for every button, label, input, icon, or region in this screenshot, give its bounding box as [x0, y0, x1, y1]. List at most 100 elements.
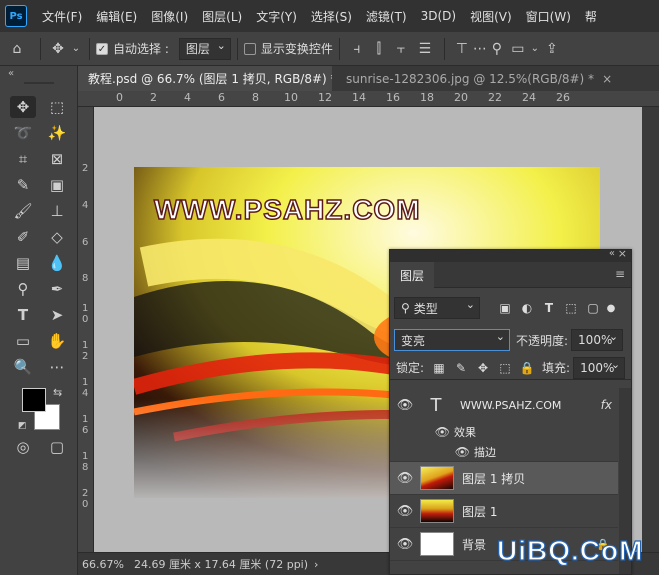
menu-filter[interactable]: 滤镜(T) [359, 8, 414, 25]
path-select-icon[interactable]: ➤ [44, 304, 70, 326]
menu-edit[interactable]: 编辑(E) [89, 8, 144, 25]
foreground-color-swatch[interactable] [22, 388, 46, 412]
eye-icon[interactable]: 👁 [390, 398, 420, 413]
blur-tool-icon[interactable]: 💧 [44, 252, 70, 274]
layer-stroke-row[interactable]: 👁 描边 [390, 442, 618, 462]
tab-sunrise-jpg[interactable]: sunrise-1282306.jpg @ 12.5%(RGB/8#) * × [336, 66, 659, 91]
close-icon[interactable]: × [618, 247, 627, 260]
move-tool-icon[interactable]: ✥ [47, 37, 69, 61]
move-tool-icon[interactable]: ✥ [10, 96, 36, 118]
type-tool-icon[interactable]: T [10, 304, 36, 326]
filter-type-icon[interactable]: T [538, 301, 560, 315]
zoom-level[interactable]: 66.67% [82, 558, 124, 571]
panel-menu-icon[interactable]: ≡ [615, 267, 625, 281]
menu-view[interactable]: 视图(V) [463, 8, 519, 25]
blend-mode-dropdown[interactable]: 变亮 [394, 329, 510, 351]
show-transform-label: 显示变换控件 [260, 42, 333, 56]
collapse-panel-icon[interactable]: « [609, 248, 615, 259]
collapse-icon[interactable]: « [8, 68, 14, 79]
filter-smart-object-icon[interactable]: ▢ [582, 301, 604, 315]
vertical-scrollbar[interactable] [642, 107, 659, 552]
crop-tool-icon[interactable]: ⌗ [10, 148, 36, 170]
menu-image[interactable]: 图像(I) [144, 8, 195, 25]
chevron-down-icon[interactable]: ⌄ [529, 37, 541, 61]
chevron-right-icon[interactable]: › [314, 558, 318, 571]
patch-tool-icon[interactable]: ▣ [44, 174, 70, 196]
frame-tool-icon[interactable]: ⊠ [44, 148, 70, 170]
auto-select-checkbox[interactable] [96, 42, 108, 55]
dodge-tool-icon[interactable]: ⚲ [10, 278, 36, 300]
eye-icon[interactable]: 👁 [390, 425, 450, 439]
menu-3d[interactable]: 3D(D) [414, 9, 463, 23]
filter-shape-icon[interactable]: ⬚ [560, 301, 582, 315]
filter-row: ⚲ 类型 ▣ ◐ T ⬚ ▢ ● [390, 296, 631, 320]
brush-tool-icon[interactable]: 🖌 [10, 200, 36, 222]
marquee-tool-icon[interactable]: ⬚ [44, 96, 70, 118]
eye-icon[interactable]: 👁 [390, 537, 420, 552]
home-icon[interactable]: ⌂ [0, 37, 34, 61]
tab-layers[interactable]: 图层 [390, 262, 435, 288]
pen-tool-icon[interactable]: ✒ [44, 278, 70, 300]
quick-mask-icon[interactable]: ◎ [10, 436, 36, 458]
menu-help[interactable]: 帮 [578, 8, 604, 25]
history-brush-icon[interactable]: ✐ [10, 226, 36, 248]
stroke-label: 描边 [474, 445, 496, 459]
hand-tool-icon[interactable]: ✋ [44, 330, 70, 352]
eye-icon[interactable]: 👁 [390, 445, 470, 459]
more-tools-icon[interactable]: ⋯ [44, 356, 70, 378]
align-right-icon[interactable]: ⫟ [390, 37, 412, 61]
eye-icon[interactable]: 👁 [390, 471, 420, 486]
lock-position-icon[interactable]: ✥ [472, 361, 494, 375]
fx-icon[interactable]: fx [601, 398, 612, 412]
menu-window[interactable]: 窗口(W) [519, 8, 578, 25]
chevron-down-icon[interactable]: ⌄ [69, 37, 83, 61]
zoom-tool-icon[interactable]: 🔍 [10, 356, 36, 378]
show-transform-checkbox[interactable] [243, 42, 256, 55]
menu-layer[interactable]: 图层(L) [195, 8, 249, 25]
lock-transparent-icon[interactable]: ▦ [428, 361, 450, 375]
menu-file[interactable]: 文件(F) [35, 8, 89, 25]
filter-pixel-icon[interactable]: ▣ [494, 301, 516, 315]
eraser-tool-icon[interactable]: ◇ [44, 226, 70, 248]
filter-kind-dropdown[interactable]: ⚲ 类型 [394, 297, 480, 319]
lock-label: 锁定: [396, 361, 425, 375]
filter-adjustment-icon[interactable]: ◐ [516, 301, 538, 315]
search-icon[interactable]: ⚲ [487, 37, 507, 61]
lasso-tool-icon[interactable]: ➰ [10, 122, 36, 144]
screen-mode-icon[interactable]: ▢ [44, 436, 70, 458]
menu-select[interactable]: 选择(S) [304, 8, 359, 25]
eyedropper-icon[interactable]: ✎ [10, 174, 36, 196]
filter-toggle-icon[interactable]: ● [604, 303, 618, 314]
tab-tutorial-psd[interactable]: 教程.psd @ 66.7% (图层 1 拷贝, RGB/8#) * × [78, 66, 332, 91]
magic-wand-icon[interactable]: ✨ [44, 122, 70, 144]
layer-effects-row[interactable]: 👁 效果 [390, 422, 618, 442]
workspace-icon[interactable]: ▭ [507, 37, 529, 61]
fill-input[interactable]: 100% [573, 356, 626, 379]
menu-type[interactable]: 文字(Y) [249, 8, 304, 25]
rectangle-tool-icon[interactable]: ▭ [10, 330, 36, 352]
lock-artboard-icon[interactable]: ⬚ [494, 361, 516, 375]
swap-colors-icon[interactable]: ⇆ [53, 386, 62, 399]
layers-panel: « × 图层 ≡ ⚲ 类型 ▣ ◐ T ⬚ ▢ ● 变亮 不透明度: 100% … [389, 247, 632, 575]
eye-icon[interactable]: 👁 [390, 504, 420, 519]
more-icon[interactable]: ⋯ [473, 37, 487, 61]
layer-row-text[interactable]: 👁 T WWW.PSAHZ.COM fx [390, 388, 618, 422]
lock-pixels-icon[interactable]: ✎ [450, 361, 472, 375]
lock-all-icon[interactable]: 🔒 [516, 361, 538, 375]
align-left-icon[interactable]: ⫞ [346, 37, 368, 61]
layer-row-copy[interactable]: 👁 图层 1 拷贝 [390, 462, 618, 495]
share-icon[interactable]: ⇪ [541, 37, 563, 61]
stamp-tool-icon[interactable]: ⊥ [44, 200, 70, 222]
opacity-input[interactable]: 100% [571, 329, 624, 351]
distribute-icon[interactable]: ☰ [412, 37, 438, 61]
align-center-icon[interactable]: ⫿ [368, 37, 390, 61]
close-icon[interactable]: × [602, 72, 612, 86]
ruler-label: 8 [252, 91, 259, 104]
auto-select-dropdown[interactable]: 图层 [178, 37, 231, 60]
default-colors-icon[interactable]: ◩ [18, 421, 27, 431]
gradient-tool-icon[interactable]: ▤ [10, 252, 36, 274]
ruler-label: 22 [488, 91, 502, 104]
filter-kind-value: 类型 [413, 301, 438, 316]
align-top-icon[interactable]: ⊤ [451, 37, 473, 61]
layer-row-layer1[interactable]: 👁 图层 1 [390, 495, 618, 528]
